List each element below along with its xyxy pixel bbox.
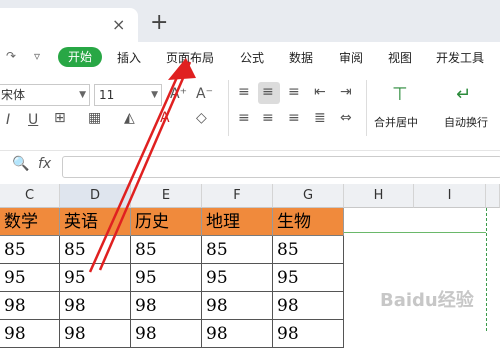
column-header-c[interactable]: C xyxy=(0,184,60,208)
table-cell[interactable]: 95 xyxy=(60,264,131,292)
formula-input[interactable] xyxy=(62,156,500,178)
selection-border xyxy=(486,208,500,331)
table-cell[interactable]: 95 xyxy=(0,264,60,292)
menu-home-tab[interactable]: 开始 xyxy=(58,47,102,67)
table-cell[interactable]: 85 xyxy=(131,236,202,264)
table-header-cell[interactable]: 生物 xyxy=(273,208,344,236)
distribute-icon[interactable]: ⇔ xyxy=(340,110,352,126)
table-cell[interactable]: 98 xyxy=(202,292,273,320)
align-center-icon[interactable]: ≡ xyxy=(262,110,274,126)
table-cell[interactable]: 98 xyxy=(60,292,131,320)
table-header-cell[interactable]: 地理 xyxy=(202,208,273,236)
column-header-e[interactable]: E xyxy=(131,184,202,208)
table-cell[interactable]: 95 xyxy=(273,264,344,292)
table-cell[interactable]: 98 xyxy=(0,292,60,320)
column-header-d[interactable]: D xyxy=(60,184,131,208)
shrink-font-icon[interactable]: A⁻ xyxy=(196,86,213,102)
table-cell[interactable]: 98 xyxy=(0,320,60,348)
font-name-select[interactable]: 宋体 ▼ xyxy=(0,84,90,106)
table-cell[interactable]: 98 xyxy=(273,292,344,320)
align-middle-icon: ≡ xyxy=(262,84,274,100)
underline-icon[interactable]: U xyxy=(28,112,38,128)
table-cell[interactable]: 85 xyxy=(202,236,273,264)
table-cell[interactable]: 85 xyxy=(273,236,344,264)
column-header-i[interactable]: I xyxy=(414,184,486,208)
grow-font-icon[interactable]: A⁺ xyxy=(170,86,187,102)
wrap-text-icon[interactable]: ↵ xyxy=(456,84,471,105)
merge-center-icon[interactable]: ⊤ xyxy=(392,84,408,105)
table-cell[interactable]: 95 xyxy=(131,264,202,292)
align-right-icon[interactable]: ≡ xyxy=(288,110,300,126)
fill-color-icon[interactable]: ▦ xyxy=(88,110,101,126)
menu-page-layout-tab[interactable]: 页面布局 xyxy=(166,49,214,66)
table-cell[interactable]: 95 xyxy=(202,264,273,292)
align-bottom-icon[interactable]: ≡ xyxy=(288,84,300,100)
menu-review-tab[interactable]: 审阅 xyxy=(339,49,363,66)
column-header-g[interactable]: G xyxy=(273,184,344,208)
menu-formula-tab[interactable]: 公式 xyxy=(240,49,264,66)
menu-insert-tab[interactable]: 插入 xyxy=(117,49,141,66)
table-header-cell[interactable]: 数学 xyxy=(0,208,60,236)
column-header-h[interactable]: H xyxy=(344,184,414,208)
merge-center-button[interactable]: 合并居中 xyxy=(374,114,418,130)
column-header-j[interactable] xyxy=(486,184,500,208)
justify-icon[interactable]: ≣ xyxy=(314,110,326,126)
indent-decrease-icon[interactable]: ⇤ xyxy=(314,84,326,100)
fx-label[interactable]: fx xyxy=(38,156,51,172)
table-cell[interactable]: 98 xyxy=(273,320,344,348)
font-name-value: 宋体 xyxy=(1,88,26,102)
column-header-f[interactable]: F xyxy=(202,184,273,208)
font-size-select[interactable]: 11 ▼ xyxy=(94,84,162,106)
menu-data-tab[interactable]: 数据 xyxy=(289,49,313,66)
table-cell[interactable]: 85 xyxy=(0,236,60,264)
chevron-down-icon: ▼ xyxy=(79,90,86,100)
table-cell[interactable]: 98 xyxy=(202,320,273,348)
new-tab-icon[interactable]: + xyxy=(150,10,168,35)
redo-icon[interactable]: ↷ xyxy=(6,49,16,63)
indent-increase-icon[interactable]: ⇥ xyxy=(340,84,352,100)
table-cell[interactable]: 98 xyxy=(131,292,202,320)
quick-access-more-icon[interactable]: ▿ xyxy=(34,49,40,63)
clear-format-icon[interactable]: ◇ xyxy=(196,110,207,126)
align-top-icon[interactable]: ≡ xyxy=(238,84,250,100)
menu-view-tab[interactable]: 视图 xyxy=(388,49,412,66)
table-cell[interactable]: 98 xyxy=(60,320,131,348)
toolbar-divider xyxy=(228,80,229,136)
table-cell[interactable]: 98 xyxy=(131,320,202,348)
table-header-cell[interactable]: 英语 xyxy=(60,208,131,236)
menu-developer-tab[interactable]: 开发工具 xyxy=(436,49,484,66)
selection-border xyxy=(344,232,486,233)
table-cell[interactable]: 85 xyxy=(60,236,131,264)
table-header-cell[interactable]: 历史 xyxy=(131,208,202,236)
align-left-icon[interactable]: ≡ xyxy=(238,110,250,126)
zoom-search-icon[interactable]: 🔍 xyxy=(12,156,29,172)
close-tab-icon[interactable]: × xyxy=(112,15,125,34)
toolbar-divider xyxy=(366,80,367,136)
italic-icon[interactable]: I xyxy=(6,112,10,128)
font-color-icon[interactable]: ◭ xyxy=(124,110,135,126)
wrap-text-button[interactable]: 自动换行 xyxy=(444,114,488,130)
font-color-a-icon[interactable]: A xyxy=(160,110,170,126)
chevron-down-icon: ▼ xyxy=(151,90,158,100)
font-size-value: 11 xyxy=(99,88,115,102)
watermark: Baidu经验 xyxy=(380,290,474,311)
border-icon[interactable]: ⊞ xyxy=(54,110,66,126)
